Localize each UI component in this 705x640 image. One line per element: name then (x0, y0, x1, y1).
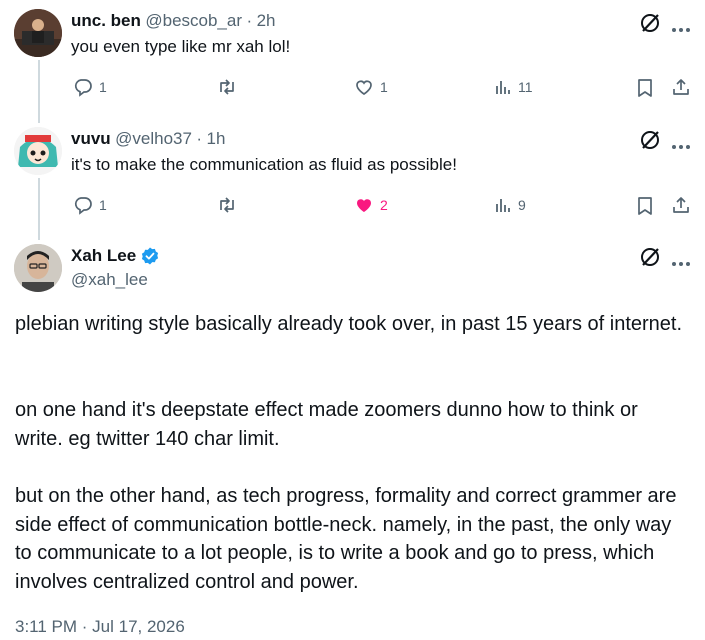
views-count: 11 (518, 79, 533, 95)
tweet-paragraph: but on the other hand, as tech progress,… (15, 485, 682, 593)
retweet-button[interactable] (216, 77, 244, 97)
grok-icon[interactable] (639, 129, 661, 156)
handle[interactable]: @bescob_ar (145, 11, 242, 30)
like-icon (357, 199, 371, 212)
like-button[interactable]: 1 (354, 77, 388, 97)
share-icon[interactable] (671, 195, 691, 220)
reply-button[interactable]: 1 (73, 77, 107, 97)
post-timestamp[interactable]: 3:11 PM · Jul 17, 2026 (15, 617, 185, 637)
display-name[interactable]: vuvu (71, 129, 111, 148)
avatar[interactable] (14, 9, 62, 57)
bookmark-icon[interactable] (636, 78, 654, 103)
like-count: 1 (380, 79, 388, 95)
grok-icon[interactable] (639, 12, 661, 39)
display-name[interactable]: unc. ben (71, 11, 141, 30)
views-icon (496, 81, 510, 94)
share-icon[interactable] (671, 77, 691, 102)
reply-button[interactable]: 1 (73, 195, 107, 215)
verified-badge-icon (142, 247, 159, 265)
avatar[interactable] (14, 244, 62, 292)
more-icon[interactable] (671, 137, 691, 155)
more-icon[interactable] (671, 254, 691, 272)
reply-count: 1 (99, 197, 107, 213)
reply-text: it's to make the communication as fluid … (71, 155, 457, 174)
grok-icon[interactable] (639, 246, 661, 273)
handle[interactable]: @velho37 (115, 129, 192, 148)
like-icon (356, 80, 372, 95)
views-count: 9 (518, 197, 526, 213)
reply-text: you even type like mr xah lol! (71, 37, 291, 56)
retweet-button[interactable] (216, 195, 244, 215)
reply-count: 1 (99, 79, 107, 95)
views-button[interactable]: 9 (494, 195, 526, 215)
thread-line (38, 60, 40, 123)
tweet-paragraph: on one hand it's deepstate effect made z… (15, 399, 644, 450)
retweet-icon (220, 197, 234, 213)
more-icon[interactable] (671, 20, 691, 38)
bookmark-icon[interactable] (636, 196, 654, 221)
reply-icon (74, 79, 92, 97)
tweet-paragraph: plebian writing style basically already … (15, 313, 683, 335)
reply-icon (74, 197, 92, 215)
views-icon (496, 199, 510, 212)
post-time[interactable]: 2h (257, 11, 276, 30)
retweet-icon (220, 79, 234, 95)
post-time[interactable]: 1h (207, 129, 226, 148)
thread-line (38, 178, 40, 240)
like-button[interactable]: 2 (354, 195, 388, 215)
display-name[interactable]: Xah Lee (71, 246, 136, 266)
avatar[interactable] (14, 127, 62, 175)
views-button[interactable]: 11 (494, 77, 533, 97)
handle[interactable]: @xah_lee (71, 270, 148, 290)
like-count: 2 (380, 197, 388, 213)
